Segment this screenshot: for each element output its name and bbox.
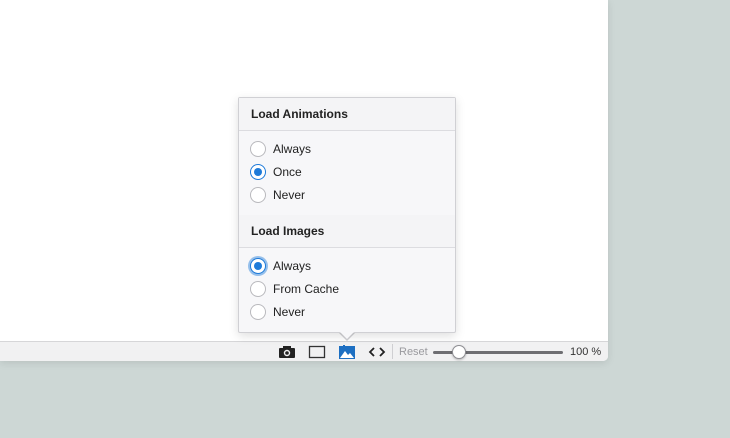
animations-radio-always[interactable] <box>250 141 266 157</box>
statusbar-divider <box>392 344 393 359</box>
animations-option-once[interactable]: Once <box>250 162 302 182</box>
camera-icon <box>279 346 295 358</box>
load-animations-options: Always Once Never <box>239 131 455 215</box>
image-loading-button[interactable] <box>335 343 359 361</box>
animations-radio-never[interactable] <box>250 187 266 203</box>
status-bar: Reset 100 % <box>0 341 608 361</box>
option-label: Never <box>273 305 306 319</box>
images-radio-from-cache[interactable] <box>250 281 266 297</box>
option-label: From Cache <box>273 282 340 296</box>
load-images-header: Load Images <box>239 215 455 248</box>
images-option-always[interactable]: Always <box>250 256 311 276</box>
zoom-slider[interactable] <box>433 344 563 360</box>
load-images-options: Always From Cache Never <box>239 248 455 332</box>
screenshot-button[interactable] <box>275 343 299 361</box>
responsive-rect-icon <box>308 345 326 359</box>
image-loading-popover: Load Animations Always Once Never Load I… <box>238 97 456 333</box>
animations-option-never[interactable]: Never <box>250 185 305 205</box>
zoom-slider-thumb[interactable] <box>452 345 466 359</box>
option-label: Always <box>273 259 312 273</box>
option-label: Never <box>273 188 306 202</box>
zoom-level: 100 % <box>570 346 602 358</box>
images-radio-always[interactable] <box>250 258 266 274</box>
responsive-view-button[interactable] <box>305 343 329 361</box>
images-option-from-cache[interactable]: From Cache <box>250 279 339 299</box>
option-label: Always <box>273 142 312 156</box>
image-icon <box>339 344 355 359</box>
zoom-reset-button[interactable]: Reset <box>399 345 428 359</box>
source-code-button[interactable] <box>365 343 389 361</box>
animations-radio-once[interactable] <box>250 164 266 180</box>
code-icon <box>368 347 386 357</box>
images-radio-never[interactable] <box>250 304 266 320</box>
animations-option-always[interactable]: Always <box>250 139 311 159</box>
popover-arrow <box>340 332 354 339</box>
option-label: Once <box>273 165 302 179</box>
load-animations-header: Load Animations <box>239 98 455 131</box>
images-option-never[interactable]: Never <box>250 302 305 322</box>
